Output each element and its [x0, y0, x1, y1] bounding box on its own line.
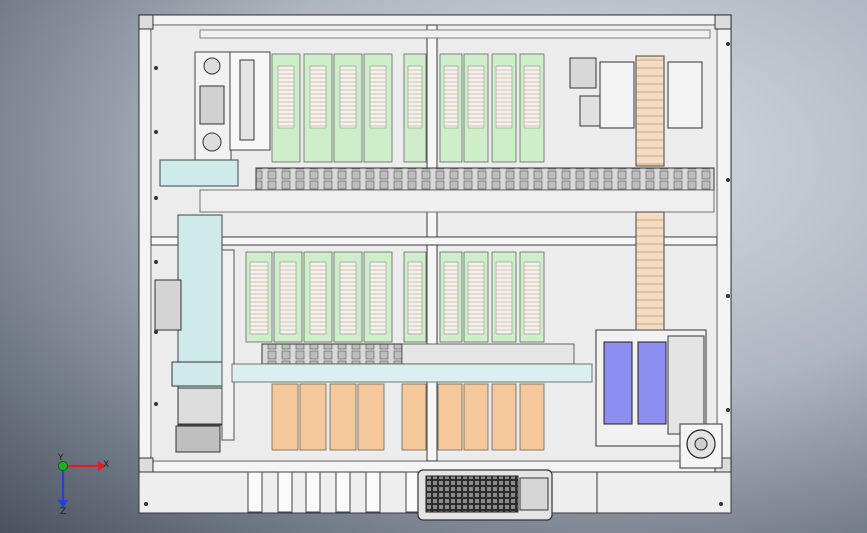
guide-rail-lower — [401, 343, 575, 365]
control-cabinet[interactable] — [138, 469, 732, 521]
tool-block-a — [569, 57, 597, 89]
cad-viewport[interactable]: X Y Z — [0, 0, 867, 533]
pallet-1 — [271, 383, 299, 451]
cabinet-right — [596, 471, 732, 514]
top-rail-beam — [199, 29, 711, 39]
vent-mesh — [425, 475, 519, 513]
feeder-slider — [239, 59, 255, 141]
upper-chain-conveyor[interactable] — [199, 167, 715, 213]
frame-right-post — [716, 14, 732, 473]
triad-label-y: Y — [57, 453, 64, 463]
triad-label-z: Z — [60, 507, 66, 517]
drive-housing — [154, 279, 182, 331]
feeder-cyan-panel — [159, 159, 239, 187]
frame-left-post — [138, 14, 152, 473]
orange-pallets — [271, 383, 545, 451]
blue-carrier-left — [603, 341, 633, 425]
gripper-left — [599, 61, 635, 129]
corner-tl — [138, 14, 154, 30]
drive-cyan-block — [171, 361, 229, 387]
drive-base — [175, 425, 221, 453]
terminal-block-4 — [335, 471, 351, 513]
vertical-conveyor-bottom — [635, 211, 665, 331]
pallet-5 — [401, 383, 427, 451]
pallet-8 — [491, 383, 517, 451]
chain-track-upper — [255, 167, 715, 191]
feeder-rack — [199, 85, 225, 125]
drive-motor — [177, 387, 223, 425]
corner-bl — [138, 457, 154, 473]
terminal-block-1 — [247, 471, 263, 513]
horizontal-divider-beam — [150, 236, 718, 246]
vent-side-panel — [519, 477, 549, 511]
pallet-9 — [519, 383, 545, 451]
feeder-wheel-top — [203, 57, 221, 75]
terminal-block-5 — [365, 471, 381, 513]
feeder-wheel-bottom — [202, 132, 222, 152]
pallet-7 — [463, 383, 489, 451]
lower-chain-conveyor[interactable] — [231, 343, 593, 383]
gripper-right — [667, 61, 703, 129]
terminal-block-3 — [305, 471, 321, 513]
pallet-4 — [357, 383, 385, 451]
pallet-6 — [437, 383, 463, 451]
pallet-3 — [329, 383, 357, 451]
triad-label-x: X — [103, 460, 109, 470]
frame-top-beam — [138, 14, 732, 26]
terminal-block-2 — [277, 471, 293, 513]
indexer-hub — [694, 437, 708, 451]
station-actuator — [667, 335, 705, 435]
vertical-conveyor-top — [635, 55, 665, 167]
upper-conveyor-lanes — [271, 53, 545, 163]
coordinate-triad: X Y Z — [57, 453, 109, 517]
corner-tr — [714, 14, 732, 30]
blue-carrier-right — [637, 341, 667, 425]
chain-track-lower — [261, 343, 403, 365]
rotary-indexer[interactable] — [679, 423, 723, 469]
pallet-2 — [299, 383, 327, 451]
cyan-guide-lower — [231, 363, 593, 383]
chain-guide-upper — [199, 189, 715, 213]
tool-block-b — [579, 95, 601, 127]
drive-side-plate — [221, 249, 235, 441]
terminal-block-6 — [405, 471, 419, 513]
